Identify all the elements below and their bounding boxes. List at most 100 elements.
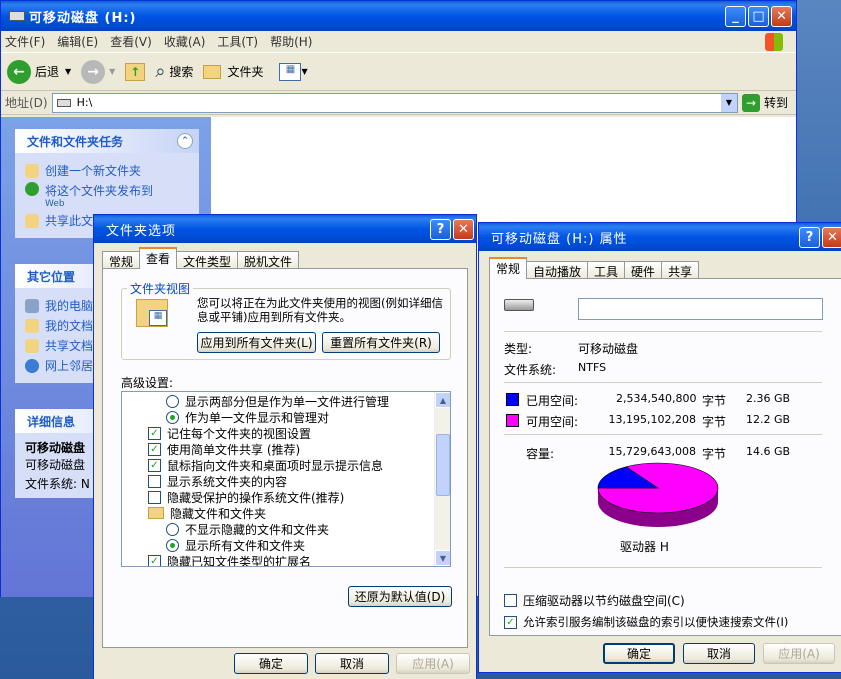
compress-drive-checkbox[interactable]: 压缩驱动器以节约磁盘空间(C) xyxy=(504,592,685,609)
advanced-setting-item[interactable]: 隐藏受保护的操作系统文件(推荐) xyxy=(122,489,450,505)
advanced-setting-label: 使用简单文件共享 (推荐) xyxy=(167,442,301,457)
minimize-button[interactable]: _ xyxy=(725,6,746,27)
advanced-scrollbar[interactable]: ▲ ▼ xyxy=(434,392,450,566)
advanced-settings-list[interactable]: 显示两部分但是作为单一文件进行管理 作为单一文件显示和管理对 ✓ 记住每个文件夹的视图… xyxy=(121,391,451,567)
help-button[interactable]: ? xyxy=(430,219,451,240)
menu-view[interactable]: 查看(V) xyxy=(110,33,152,50)
radio-button[interactable] xyxy=(166,522,179,536)
forward-button[interactable]: → ▼ xyxy=(81,59,115,84)
folder-options-titlebar[interactable]: 文件夹选项 ? ✕ xyxy=(94,215,476,243)
explorer-titlebar[interactable]: 可移动磁盘 (H:) _ □ ✕ xyxy=(1,1,796,31)
advanced-setting-item[interactable]: ✓ 记住每个文件夹的视图设置 xyxy=(122,425,450,441)
menu-file[interactable]: 文件(F) xyxy=(5,33,45,50)
globe-icon xyxy=(25,182,39,196)
close-button[interactable]: ✕ xyxy=(822,227,841,248)
tab-general[interactable]: 常规 xyxy=(102,251,141,269)
capacity-unit: 字节 xyxy=(702,447,727,461)
ok-button[interactable]: 确定 xyxy=(603,643,675,664)
advanced-settings-label: 高级设置: xyxy=(121,376,174,390)
cancel-button[interactable]: 取消 xyxy=(683,643,755,664)
advanced-setting-item[interactable]: 显示系统文件夹的内容 xyxy=(122,473,450,489)
radio-button[interactable] xyxy=(166,394,179,408)
restore-defaults-button[interactable]: 还原为默认值(D) xyxy=(348,586,452,607)
advanced-setting-label: 作为单一文件显示和管理对 xyxy=(185,410,330,425)
tab-view[interactable]: 查看 xyxy=(139,247,178,269)
capacity-size: 14.6 GB xyxy=(746,445,791,458)
close-button[interactable]: ✕ xyxy=(771,6,792,27)
dropdown-arrow-icon[interactable]: ▼ xyxy=(65,67,71,76)
tab-general[interactable]: 常规 xyxy=(489,257,528,279)
checkbox[interactable]: ✓ xyxy=(148,442,161,456)
radio-button[interactable] xyxy=(166,410,179,424)
tab-autoplay[interactable]: 自动播放 xyxy=(526,261,589,279)
checkbox[interactable]: ✓ xyxy=(148,554,161,566)
scroll-up-icon[interactable]: ▲ xyxy=(435,392,450,408)
index-drive-checkbox[interactable]: ✓ 允许索引服务编制该磁盘的索引以便快速搜索文件(I) xyxy=(504,614,788,630)
scroll-down-icon[interactable]: ▼ xyxy=(435,550,450,566)
menu-help[interactable]: 帮助(H) xyxy=(270,33,312,50)
advanced-setting-item[interactable]: ✓ 鼠标指向文件夹和桌面项时显示提示信息 xyxy=(122,457,450,473)
ok-button[interactable]: 确定 xyxy=(234,653,308,674)
dropdown-arrow-icon[interactable]: ▼ xyxy=(301,67,307,76)
advanced-setting-item[interactable]: 显示两部分但是作为单一文件进行管理 xyxy=(122,393,450,409)
scroll-thumb[interactable] xyxy=(436,434,450,496)
menu-tools[interactable]: 工具(T) xyxy=(217,33,258,50)
folder-options-dialog: 文件夹选项 ? ✕ 常规 查看 文件类型 脱机文件 文件夹视图 ▦ 您可以将正在… xyxy=(93,214,477,679)
search-icon: ⌕ xyxy=(155,61,166,82)
properties-titlebar[interactable]: 可移动磁盘 (H:) 属性 ? ✕ xyxy=(479,223,841,251)
advanced-setting-item[interactable]: ✓ 使用简单文件共享 (推荐) xyxy=(122,441,450,457)
views-button[interactable]: ▦ ▼ xyxy=(279,62,308,81)
advanced-setting-item[interactable]: 作为单一文件显示和管理对 xyxy=(122,409,450,425)
collapse-icon[interactable]: ⌃ xyxy=(177,133,193,149)
tab-file-types[interactable]: 文件类型 xyxy=(176,251,239,269)
maximize-button[interactable]: □ xyxy=(748,6,769,27)
task-new-folder[interactable]: 创建一个新文件夹 xyxy=(25,162,189,179)
checkbox[interactable] xyxy=(148,474,161,488)
used-space-swatch xyxy=(506,393,519,406)
task-publish-web[interactable]: 将这个文件夹发布到 Web xyxy=(25,182,189,209)
up-button[interactable]: ↑ xyxy=(125,62,146,81)
advanced-setting-item[interactable]: 不显示隐藏的文件和文件夹 xyxy=(122,521,450,537)
checkbox[interactable]: ✓ xyxy=(148,458,161,472)
tab-tools[interactable]: 工具 xyxy=(587,261,626,279)
folders-button[interactable]: 文件夹 xyxy=(203,63,263,80)
capacity-bytes: 15,729,643,008 xyxy=(608,445,696,458)
apply-button[interactable]: 应用(A) xyxy=(763,643,835,664)
menu-edit[interactable]: 编辑(E) xyxy=(57,33,98,50)
disk-usage-pie-chart xyxy=(597,462,719,527)
cancel-button[interactable]: 取消 xyxy=(315,653,389,674)
address-input[interactable]: H:\ ▼ xyxy=(51,92,738,113)
index-checkbox-box[interactable]: ✓ xyxy=(504,615,517,629)
reset-all-folders-button[interactable]: 重置所有文件夹(R) xyxy=(322,332,440,353)
tab-offline-files[interactable]: 脱机文件 xyxy=(237,251,300,269)
back-button[interactable]: ← 后退 ▼ xyxy=(7,59,71,84)
close-button[interactable]: ✕ xyxy=(453,219,474,240)
search-button[interactable]: ⌕ 搜索 xyxy=(155,61,193,82)
volume-label-input[interactable] xyxy=(578,298,823,320)
used-space-unit: 字节 xyxy=(702,394,727,408)
free-space-label: 可用空间: xyxy=(526,415,579,429)
drive-icon xyxy=(504,299,534,311)
checkbox[interactable] xyxy=(148,490,161,504)
apply-button[interactable]: 应用(A) xyxy=(396,653,470,674)
views-icon: ▦ xyxy=(279,62,302,81)
advanced-setting-item[interactable]: ✓ 隐藏已知文件类型的扩展名 xyxy=(122,553,450,566)
menu-favorites[interactable]: 收藏(A) xyxy=(164,33,206,50)
dropdown-arrow-icon[interactable]: ▼ xyxy=(109,67,115,76)
advanced-setting-item[interactable]: 隐藏文件和文件夹 xyxy=(122,505,450,521)
go-button[interactable]: → 转到 xyxy=(741,93,788,112)
tab-sharing[interactable]: 共享 xyxy=(661,261,700,279)
tab-hardware[interactable]: 硬件 xyxy=(624,261,663,279)
apply-to-all-folders-button[interactable]: 应用到所有文件夹(L) xyxy=(197,332,316,353)
help-button[interactable]: ? xyxy=(799,227,820,248)
separator xyxy=(504,382,822,383)
back-arrow-icon: ← xyxy=(7,59,31,84)
compress-checkbox-box[interactable] xyxy=(504,594,517,607)
used-space-label: 已用空间: xyxy=(526,394,579,408)
checkbox[interactable]: ✓ xyxy=(148,426,161,440)
radio-button[interactable] xyxy=(166,538,179,552)
file-tasks-header[interactable]: 文件和文件夹任务 ⌃ xyxy=(15,129,199,153)
new-folder-icon xyxy=(25,163,39,178)
chevron-down-icon[interactable]: ▼ xyxy=(720,93,737,112)
advanced-setting-item[interactable]: 显示所有文件和文件夹 xyxy=(122,537,450,553)
